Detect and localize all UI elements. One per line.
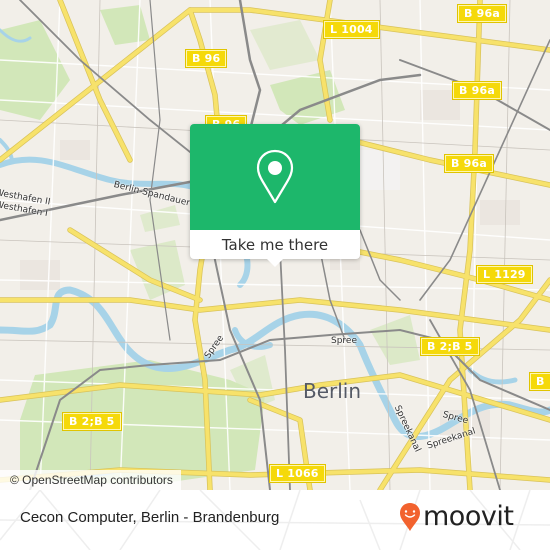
road-shield-l1129: L 1129 — [476, 265, 533, 284]
road-shield-b2-b5: B 2;B 5 — [420, 337, 480, 356]
moovit-wordmark: moovit — [423, 501, 514, 532]
city-label: Berlin — [303, 379, 362, 403]
moovit-logo[interactable]: moovit — [399, 501, 514, 532]
map-view[interactable]: B 96 B 96 L 1004 B 96a B 96a B 96a L 112… — [0, 0, 550, 490]
popup-pointer — [266, 258, 284, 267]
road-shield-b96a: B 96a — [457, 4, 507, 23]
map-pin-icon — [256, 149, 294, 204]
take-me-there-button[interactable]: Take me there — [190, 230, 360, 259]
road-shield-l1004: L 1004 — [323, 20, 380, 39]
road-shield-l1066: L 1066 — [269, 464, 326, 483]
road-shield-b2-b5: B 2;B 5 — [62, 412, 122, 431]
place-title: Cecon Computer, Berlin - Brandenburg — [20, 509, 280, 526]
river-label: Spree — [331, 336, 358, 346]
road-shield-b96: B 96 — [184, 49, 228, 68]
moovit-pin-logo-icon — [400, 503, 420, 531]
location-popup: Take me there — [190, 124, 360, 267]
map-attribution[interactable]: © OpenStreetMap contributors — [0, 470, 181, 490]
popup-header — [190, 124, 360, 230]
road-shield-b: B — [529, 372, 550, 391]
road-shield-b96a: B 96a — [444, 154, 494, 173]
road-shield-b96a: B 96a — [452, 81, 502, 100]
footer-bar: Cecon Computer, Berlin - Brandenburg moo… — [0, 490, 550, 550]
